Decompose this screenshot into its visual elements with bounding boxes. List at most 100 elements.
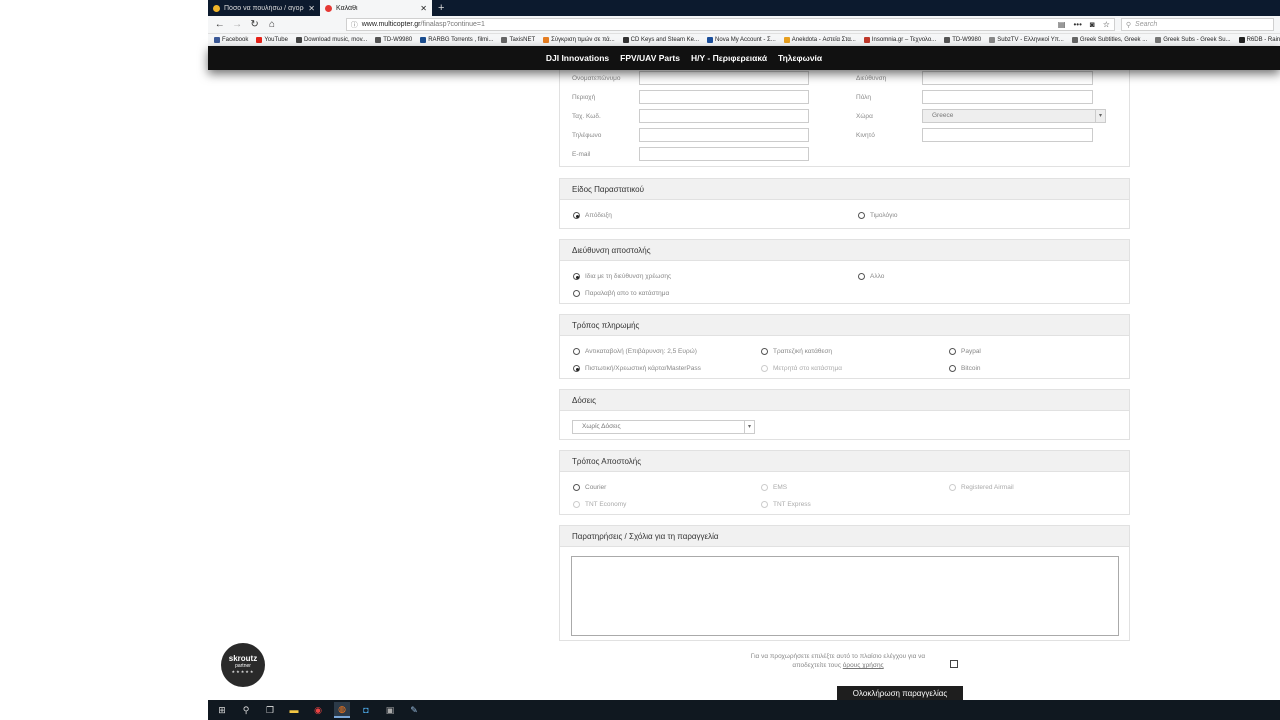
- billing-panel: Ονοματεπώνυμο Διεύθυνση Περιοχή Πόλη Ταχ…: [559, 60, 1130, 167]
- close-tab-icon[interactable]: ✕: [308, 4, 315, 13]
- airmail-radio[interactable]: Registered Airmail: [949, 484, 1014, 491]
- forward-arrow-icon[interactable]: →: [231, 19, 242, 30]
- browser-toolbar: ← → ↻ ⌂ ⓘ www.multicopter.gr/finalasp?co…: [208, 16, 1280, 34]
- task-view-icon[interactable]: ❐: [262, 702, 278, 718]
- bookmark-label: YouTube: [264, 37, 288, 43]
- phone-field[interactable]: [639, 128, 809, 142]
- checkout-page: Ονοματεπώνυμο Διεύθυνση Περιοχή Πόλη Ταχ…: [208, 60, 1280, 702]
- paypal-radio[interactable]: Paypal: [949, 348, 981, 355]
- bookmark-item[interactable]: Insomnia.gr – Τεχνολο...: [863, 37, 936, 43]
- other-address-radio[interactable]: Αλλο: [858, 273, 884, 280]
- store-pickup-radio[interactable]: Παραλαβή απο το κατάστημα: [573, 290, 669, 297]
- bookmark-favicon-icon: [295, 37, 302, 43]
- payment-title: Τρόπος πληρωμής: [560, 315, 1129, 336]
- bookmark-favicon-icon: [863, 37, 870, 43]
- url-bar[interactable]: ⓘ www.multicopter.gr/finalasp?continue=1…: [345, 18, 1115, 31]
- bookmark-item[interactable]: CD Keys and Steam Ke...: [622, 37, 699, 43]
- app-icon[interactable]: ◘: [358, 702, 374, 718]
- app-icon[interactable]: ◉: [310, 702, 326, 718]
- mobile-field[interactable]: [922, 128, 1093, 142]
- comments-textarea[interactable]: [571, 556, 1119, 636]
- bookmark-item[interactable]: RARBG Torrents , filmi...: [420, 37, 493, 43]
- radio-icon: [761, 348, 768, 355]
- search-icon[interactable]: ⚲: [238, 702, 254, 718]
- firefox-icon[interactable]: ◍: [334, 702, 350, 718]
- bookmark-item[interactable]: TaxisNET: [501, 37, 535, 43]
- pocket-icon[interactable]: ◙: [1090, 20, 1095, 29]
- bank-deposit-radio[interactable]: Τραπεζική κατάθεση: [761, 348, 832, 355]
- nav-peripherals[interactable]: H/Y - Περιφερειακά: [691, 53, 767, 63]
- nav-dji[interactable]: DJI Innovations: [546, 53, 609, 63]
- terms-link[interactable]: όρους χρήσης: [843, 662, 884, 669]
- browser-tab-bar: Πόσο να πουλήσω / αγοράσω... ✕ Καλάθι ✕ …: [208, 0, 1280, 16]
- ems-radio[interactable]: EMS: [761, 484, 787, 491]
- bookmark-item[interactable]: SubzTV - Ελληνικοί Υπ...: [989, 37, 1064, 43]
- label-phone: Τηλέφωνο: [572, 132, 602, 139]
- bookmark-item[interactable]: R6DB - Rainbow 6: [1238, 37, 1280, 43]
- area-field[interactable]: [639, 90, 809, 104]
- terms-checkbox[interactable]: [950, 660, 958, 668]
- courier-radio[interactable]: Courier: [573, 484, 606, 491]
- app-icon[interactable]: ▣: [382, 702, 398, 718]
- bookmark-item[interactable]: Greek Subs - Greek Su...: [1155, 37, 1231, 43]
- bitcoin-radio[interactable]: Bitcoin: [949, 365, 981, 372]
- shipping-address-title: Διεύθυνση αποστολής: [560, 240, 1129, 261]
- same-as-billing-radio[interactable]: Ιδια με τη διεύθυνση χρέωσης: [573, 273, 671, 280]
- bookmark-star-icon[interactable]: ☆: [1103, 20, 1110, 29]
- tab-cart[interactable]: Καλάθι ✕: [320, 0, 432, 16]
- site-info-icon[interactable]: ⓘ: [351, 20, 358, 30]
- tnt-express-radio[interactable]: TNT Express: [761, 501, 811, 508]
- bookmark-favicon-icon: [622, 37, 629, 43]
- home-icon[interactable]: ⌂: [266, 19, 277, 30]
- bookmark-label: TaxisNET: [509, 37, 536, 43]
- bookmark-favicon-icon: [256, 37, 263, 43]
- reload-icon[interactable]: ↻: [249, 19, 260, 30]
- card-radio[interactable]: Πιστωτική/Χρεωστική κάρτα/MasterPass: [573, 365, 701, 372]
- back-arrow-icon[interactable]: ←: [214, 19, 225, 30]
- bitcoin-label: Bitcoin: [961, 365, 981, 372]
- email-field[interactable]: [639, 147, 809, 161]
- label-fullname: Ονοματεπώνυμο: [572, 75, 621, 82]
- bookmark-item[interactable]: TD-W9980: [375, 37, 412, 43]
- bookmark-item[interactable]: Facebook: [214, 37, 248, 43]
- bookmark-item[interactable]: Download music, mov...: [295, 37, 367, 43]
- tab-title: Καλάθι: [336, 4, 358, 12]
- bookmark-item[interactable]: Greek Subtitles, Greek ...: [1071, 37, 1147, 43]
- nav-telephony[interactable]: Τηλεφωνία: [778, 53, 822, 63]
- page-actions-icon[interactable]: •••: [1073, 20, 1081, 29]
- tab-sell-buy[interactable]: Πόσο να πουλήσω / αγοράσω... ✕: [208, 0, 320, 16]
- address-field[interactable]: [922, 71, 1093, 85]
- file-explorer-icon[interactable]: ▬: [286, 702, 302, 718]
- app-icon[interactable]: ✎: [406, 702, 422, 718]
- bookmark-label: Greek Subs - Greek Su...: [1163, 37, 1231, 43]
- label-email: E-mail: [572, 151, 591, 158]
- skroutz-partner-badge[interactable]: skroutz partner ★★★★★: [221, 643, 265, 687]
- bookmark-item[interactable]: TD-W9980: [944, 37, 981, 43]
- cod-radio[interactable]: Αντικαταβολή (Επιβάρυνση: 2,5 Ευρώ): [573, 348, 697, 355]
- windows-start-icon[interactable]: ⊞: [214, 702, 230, 718]
- bookmark-label: TD-W9980: [383, 37, 413, 43]
- bookmark-item[interactable]: YouTube: [256, 37, 288, 43]
- radio-icon: [949, 348, 956, 355]
- new-tab-button[interactable]: +: [432, 0, 450, 16]
- search-input[interactable]: ⚲ Search: [1120, 18, 1274, 31]
- chevron-down-icon: ▾: [744, 421, 754, 433]
- bookmark-item[interactable]: Anekdota - Αστεία Στα...: [783, 37, 856, 43]
- bookmark-item[interactable]: Σύγκριση τιμών σε πά...: [543, 37, 615, 43]
- cash-in-store-radio[interactable]: Μετρητά στο κατάστημα: [761, 365, 842, 372]
- country-select[interactable]: Greece ▾: [922, 109, 1106, 123]
- nav-fpv[interactable]: FPV/UAV Parts: [620, 53, 680, 63]
- cash-in-store-label: Μετρητά στο κατάστημα: [773, 365, 842, 372]
- fullname-field[interactable]: [639, 71, 809, 85]
- reader-view-icon[interactable]: ▤: [1058, 20, 1066, 29]
- tnt-economy-radio[interactable]: TNT Economy: [573, 501, 626, 508]
- postcode-field[interactable]: [639, 109, 809, 123]
- installments-select[interactable]: Χωρίς Δόσεις ▾: [572, 420, 755, 434]
- bookmark-item[interactable]: Nova My Account - Σ...: [707, 37, 776, 43]
- receipt-radio[interactable]: Απόδειξη: [573, 212, 612, 219]
- radio-icon: [761, 365, 768, 372]
- invoice-radio[interactable]: Τιμολόγιο: [858, 212, 898, 219]
- city-field[interactable]: [922, 90, 1093, 104]
- tab-favicon-icon: [213, 4, 220, 12]
- close-tab-icon[interactable]: ✕: [420, 4, 427, 13]
